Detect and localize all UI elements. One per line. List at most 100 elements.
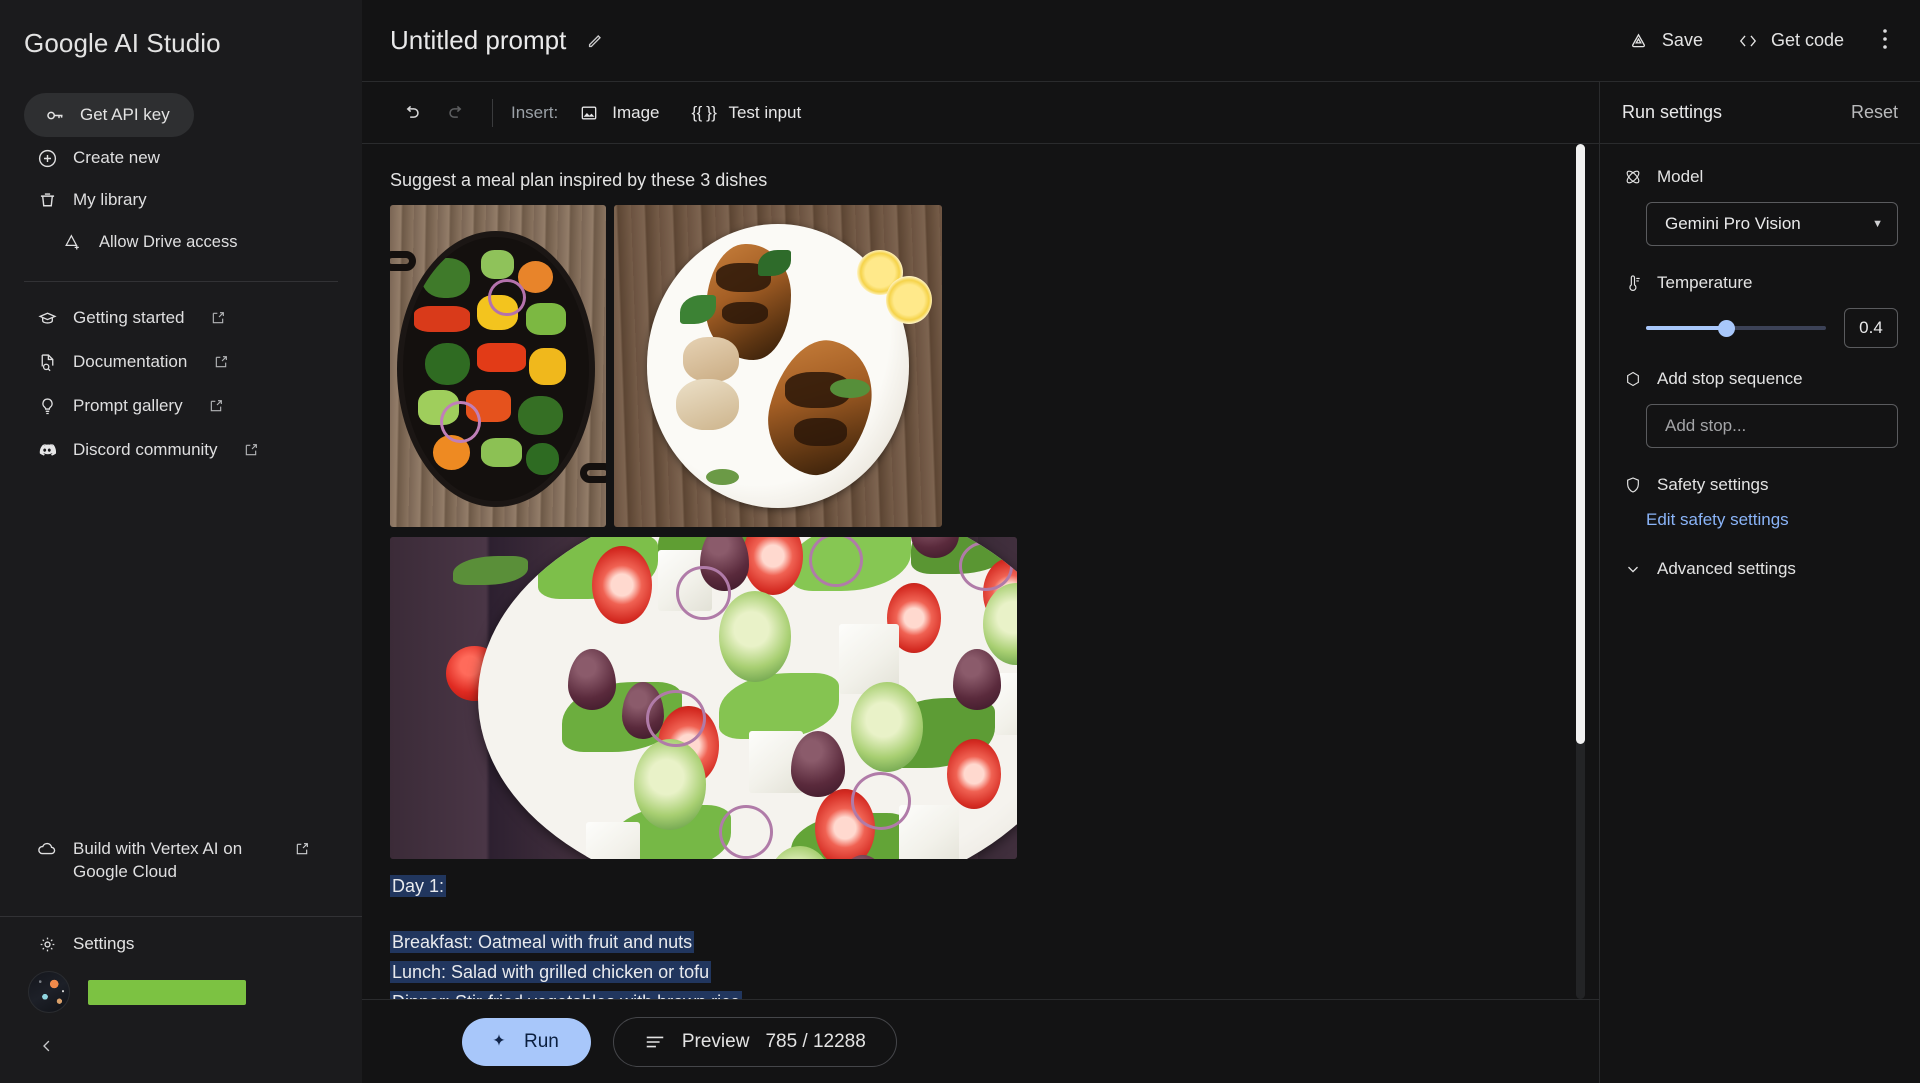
sidebar-collapse-button[interactable]: [0, 1021, 58, 1083]
external-link-icon: [208, 398, 225, 415]
save-label: Save: [1661, 30, 1703, 50]
code-brackets-icon: [1737, 30, 1759, 52]
temperature-control: 0.4: [1646, 308, 1898, 348]
key-icon: [44, 104, 66, 126]
sidebar-label: Create new: [73, 148, 160, 167]
advanced-settings-label: Advanced settings: [1657, 559, 1796, 578]
safety-label-row: Safety settings: [1622, 474, 1898, 496]
insert-image-button[interactable]: Image: [578, 102, 660, 124]
avatar[interactable]: [28, 971, 70, 1013]
chevron-down-icon: ▼: [1872, 218, 1883, 230]
account-row[interactable]: [0, 965, 362, 1021]
temperature-slider[interactable]: [1646, 318, 1826, 338]
edit-safety-settings-link[interactable]: Edit safety settings: [1646, 510, 1898, 530]
model-response: Day 1: Breakfast: Oatmeal with fruit and…: [390, 873, 1599, 999]
slider-thumb[interactable]: [1718, 319, 1735, 337]
sidebar-item-allow-drive-access[interactable]: Allow Drive access: [0, 221, 362, 263]
kebab-menu-icon[interactable]: [1878, 28, 1892, 54]
discord-icon: [36, 439, 58, 461]
preview-label: Preview: [681, 1030, 750, 1052]
preview-button[interactable]: Preview 785 / 12288: [612, 1016, 897, 1067]
body-split: Insert: Image {{ }} Test input Suggest a…: [362, 82, 1920, 1083]
sidebar-label: Discord community: [73, 440, 218, 459]
prompt-image-3[interactable]: [390, 537, 1017, 859]
response-line: Breakfast: Oatmeal with fruit and nuts: [390, 930, 695, 953]
insert-test-input-label: Test input: [728, 102, 802, 122]
insert-test-input-button[interactable]: {{ }} Test input: [692, 103, 802, 123]
prompt-image-1[interactable]: [390, 205, 606, 527]
response-line: Lunch: Salad with grilled chicken or tof…: [390, 960, 712, 983]
lightbulb-icon: [36, 395, 58, 417]
top-actions: Save Get code: [1628, 28, 1892, 54]
sidebar-label: Allow Drive access: [99, 232, 238, 251]
sidebar-item-documentation[interactable]: Documentation: [0, 340, 362, 384]
sidebar-links-nav: Getting started Documentation Prompt gal…: [0, 296, 362, 472]
editor-scrollbar[interactable]: [1576, 144, 1585, 999]
image-icon: [578, 102, 600, 124]
temperature-label: Temperature: [1657, 273, 1753, 292]
sidebar-item-my-library[interactable]: My library: [0, 179, 362, 221]
editor-toolbar: Insert: Image {{ }} Test input: [362, 82, 1599, 144]
redo-button[interactable]: [434, 93, 478, 133]
prompt-editor[interactable]: Suggest a meal plan inspired by these 3 …: [362, 144, 1599, 999]
undo-button[interactable]: [390, 93, 434, 133]
scrollbar-thumb[interactable]: [1576, 144, 1585, 744]
prompt-image-row: [390, 205, 1599, 527]
sidebar-item-getting-started[interactable]: Getting started: [0, 296, 362, 340]
pencil-icon[interactable]: [584, 30, 606, 52]
model-label-row: Model: [1622, 166, 1898, 188]
response-line: Day 1:: [390, 875, 447, 897]
insert-label: Insert:: [511, 102, 559, 122]
run-button[interactable]: Run: [462, 1017, 591, 1066]
run-settings-title: Run settings: [1622, 102, 1723, 122]
thermometer-icon: [1622, 272, 1644, 294]
gear-icon: [36, 933, 58, 955]
get-code-button[interactable]: Get code: [1737, 30, 1844, 52]
sidebar-label: My library: [73, 190, 147, 209]
sidebar-label: Settings: [73, 934, 135, 953]
library-icon: [36, 189, 58, 211]
get-api-key-button[interactable]: Get API key: [24, 93, 194, 137]
editor-column: Insert: Image {{ }} Test input Suggest a…: [362, 82, 1600, 1083]
external-link-icon: [243, 442, 260, 459]
page-title: Untitled prompt: [390, 25, 567, 55]
model-select[interactable]: Gemini Pro Vision ▼: [1646, 202, 1898, 246]
temperature-label-row: Temperature: [1622, 272, 1898, 294]
shield-icon: [1622, 474, 1644, 496]
save-button[interactable]: Save: [1628, 30, 1703, 52]
prompt-text: Suggest a meal plan inspired by these 3 …: [390, 170, 768, 190]
lines-icon: [644, 1031, 666, 1053]
external-link-icon: [212, 354, 229, 371]
sidebar-item-create-new[interactable]: Create new: [0, 137, 362, 179]
safety-label: Safety settings: [1657, 475, 1769, 494]
model-atom-icon: [1622, 166, 1644, 188]
sidebar-item-vertex-ai[interactable]: Build with Vertex AI on Google Cloud: [0, 828, 330, 894]
braces-icon: {{ }}: [691, 102, 717, 122]
advanced-settings-toggle[interactable]: Advanced settings: [1622, 558, 1898, 580]
stop-sequence-input[interactable]: Add stop...: [1646, 404, 1898, 448]
stop-sequence-label: Add stop sequence: [1657, 369, 1803, 388]
slider-fill: [1646, 326, 1724, 330]
chevron-down-icon: [1622, 558, 1644, 580]
response-line: Dinner: Stir-fried vegetables with brown…: [390, 990, 743, 999]
sidebar-item-settings[interactable]: Settings: [0, 917, 362, 965]
sidebar-item-prompt-gallery[interactable]: Prompt gallery: [0, 384, 362, 428]
reset-button[interactable]: Reset: [1851, 102, 1898, 123]
save-drive-icon: [1628, 30, 1650, 52]
insert-image-label: Image: [612, 102, 660, 122]
temperature-value[interactable]: 0.4: [1844, 308, 1898, 348]
chevron-left-icon: [36, 1035, 58, 1057]
sidebar-label: Documentation: [73, 352, 188, 371]
document-search-icon: [36, 351, 58, 373]
sidebar: Google AI Studio Get API key Create new: [0, 0, 362, 1083]
hexagon-icon: [1622, 368, 1644, 390]
app-brand: Google AI Studio: [24, 28, 221, 58]
sidebar-label: Getting started: [73, 308, 185, 327]
prompt-image-2[interactable]: [614, 205, 942, 527]
sidebar-item-discord-community[interactable]: Discord community: [0, 428, 362, 472]
toolbar-separator: [492, 98, 493, 127]
run-settings-header: Run settings Reset: [1600, 82, 1920, 144]
main-area: Untitled prompt Save Get code Insert: Im…: [362, 0, 1920, 1083]
run-settings-body: Model Gemini Pro Vision ▼ Temperature 0.…: [1600, 144, 1920, 580]
